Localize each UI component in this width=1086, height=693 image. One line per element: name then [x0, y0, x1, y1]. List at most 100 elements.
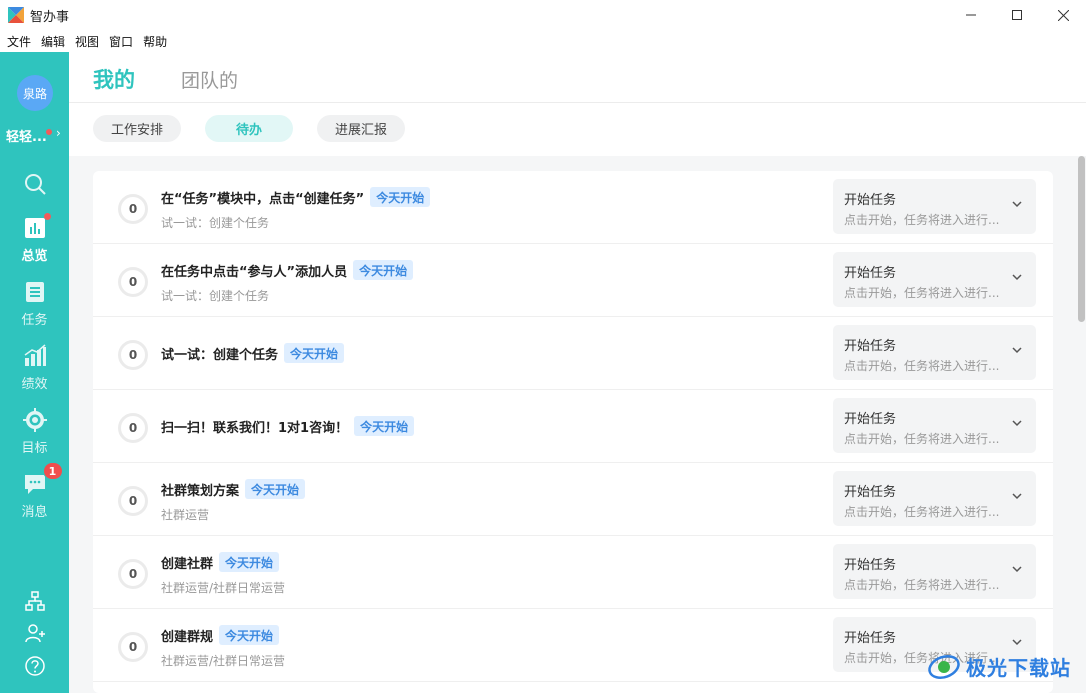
avatar[interactable]: 泉路 — [17, 75, 53, 111]
close-button[interactable] — [1040, 0, 1086, 30]
chevron-right-icon[interactable]: › — [56, 126, 61, 140]
chevron-down-icon — [1012, 347, 1022, 354]
task-row[interactable]: 0 在任务中点击“参与人”添加人员 今天开始 试一试：创建个任务 开始任务 点击… — [93, 244, 1053, 317]
task-title: 创建社群 今天开始 — [161, 552, 280, 572]
task-title: 社群策划方案 今天开始 — [161, 479, 306, 499]
menu-file[interactable]: 文件 — [7, 33, 31, 50]
sidebar-item-label: 总览 — [21, 249, 48, 264]
menu-help[interactable]: 帮助 — [143, 33, 167, 50]
task-title-text: 创建群规 — [161, 629, 214, 645]
task-row[interactable]: 0 创建群规 今天开始 社群运营/社群日常运营 开始任务 点击开始，任务将进入进… — [93, 609, 1053, 682]
task-row[interactable]: 0 扫一扫！联系我们！1对1咨询！ 今天开始 开始任务 点击开始，任务将进入进行… — [93, 390, 1053, 463]
window-controls — [948, 0, 1086, 30]
sidebar-item-label: 绩效 — [21, 377, 48, 392]
tab-mine[interactable]: 我的 — [93, 64, 135, 94]
sidebar-item-goals[interactable]: 目标 — [0, 406, 69, 462]
action-desc: 点击开始，任务将进入进行... — [844, 578, 1000, 592]
task-count-circle[interactable]: 0 — [118, 194, 148, 224]
task-title: 创建群规 今天开始 — [161, 625, 280, 645]
scrollbar-thumb[interactable] — [1078, 156, 1085, 322]
maximize-button[interactable] — [994, 0, 1040, 30]
sidebar: 泉路 轻轻... › 总览 任务 绩效 目标 1 消息 — [0, 52, 69, 693]
chevron-down-icon — [1012, 420, 1022, 427]
start-task-dropdown[interactable]: 开始任务 点击开始，任务将进入进行... — [833, 471, 1036, 526]
action-title: 开始任务 — [844, 485, 897, 500]
target-icon — [22, 408, 47, 432]
user-name[interactable]: 轻轻... — [6, 126, 47, 145]
action-desc: 点击开始，任务将进入进行... — [844, 359, 1000, 373]
add-user-icon[interactable] — [24, 622, 46, 644]
start-today-badge: 今天开始 — [354, 416, 415, 436]
notification-dot — [46, 129, 52, 135]
start-today-badge: 今天开始 — [353, 260, 414, 280]
watermark: 极光下载站 — [926, 640, 1086, 693]
menu-window[interactable]: 窗口 — [109, 33, 133, 50]
start-task-dropdown[interactable]: 开始任务 点击开始，任务将进入进行... — [833, 325, 1036, 380]
chevron-down-icon — [1012, 493, 1022, 500]
nav-notification-dot — [43, 213, 51, 220]
subtab-todo[interactable]: 待办 — [205, 115, 293, 142]
main-content: 我的 团队的 工作安排 待办 进展汇报 0 在“任务”模块中，点击“创建任务” … — [69, 52, 1086, 693]
org-chart-icon[interactable] — [24, 590, 46, 612]
start-today-badge: 今天开始 — [219, 552, 280, 572]
start-today-badge: 今天开始 — [284, 343, 345, 363]
task-count-circle[interactable]: 0 — [118, 340, 148, 370]
subtab-bar: 工作安排 待办 进展汇报 — [69, 103, 1086, 156]
task-title: 在“任务”模块中，点击“创建任务” 今天开始 — [161, 187, 431, 207]
action-title: 开始任务 — [844, 631, 897, 646]
action-title: 开始任务 — [844, 193, 897, 208]
chevron-down-icon — [1012, 201, 1022, 208]
performance-icon — [23, 344, 47, 368]
start-task-dropdown[interactable]: 开始任务 点击开始，任务将进入进行... — [833, 398, 1036, 453]
start-today-badge: 今天开始 — [219, 625, 280, 645]
sidebar-item-label: 目标 — [21, 441, 48, 456]
subtab-work-schedule[interactable]: 工作安排 — [93, 115, 181, 142]
action-title: 开始任务 — [844, 558, 897, 573]
chevron-down-icon — [1012, 274, 1022, 281]
sidebar-item-tasks[interactable]: 任务 — [0, 278, 69, 334]
menu-edit[interactable]: 编辑 — [41, 33, 65, 50]
message-count-badge: 1 — [42, 462, 63, 480]
task-title-text: 试一试：创建个任务 — [161, 347, 279, 363]
sidebar-item-label: 消息 — [21, 505, 48, 520]
watermark-text: 极光下载站 — [966, 656, 1071, 680]
tab-team[interactable]: 团队的 — [181, 66, 238, 93]
sidebar-item-performance[interactable]: 绩效 — [0, 342, 69, 398]
chart-icon — [23, 213, 51, 240]
minimize-button[interactable] — [948, 0, 994, 30]
task-count-circle[interactable]: 0 — [118, 486, 148, 516]
sidebar-item-messages[interactable]: 1 消息 — [0, 462, 69, 526]
task-project: 社群运营 — [161, 508, 210, 522]
task-row[interactable]: 0 试一试：创建个任务 今天开始 开始任务 点击开始，任务将进入进行... — [93, 317, 1053, 390]
task-count-circle[interactable]: 0 — [118, 413, 148, 443]
task-title-text: 社群策划方案 — [161, 483, 240, 499]
task-project: 社群运营/社群日常运营 — [161, 581, 286, 595]
start-task-dropdown[interactable]: 开始任务 点击开始，任务将进入进行... — [833, 544, 1036, 599]
task-count-circle[interactable]: 0 — [118, 267, 148, 297]
task-title-text: 创建社群 — [161, 556, 214, 572]
menu-view[interactable]: 视图 — [75, 33, 99, 50]
help-icon[interactable] — [24, 655, 46, 677]
start-task-dropdown[interactable]: 开始任务 点击开始，任务将进入进行... — [833, 252, 1036, 307]
chevron-down-icon — [1012, 566, 1022, 573]
subtab-progress-report[interactable]: 进展汇报 — [317, 115, 405, 142]
action-desc: 点击开始，任务将进入进行... — [844, 505, 1000, 519]
search-icon[interactable] — [23, 172, 47, 196]
window-title: 智办事 — [30, 9, 70, 25]
task-row[interactable]: 0 社群策划方案 今天开始 社群运营 开始任务 点击开始，任务将进入进行... — [93, 463, 1053, 536]
task-row[interactable]: 0 在“任务”模块中，点击“创建任务” 今天开始 试一试：创建个任务 开始任务 … — [93, 171, 1053, 244]
task-title-text: 在任务中点击“参与人”添加人员 — [161, 264, 348, 280]
task-title-text: 在“任务”模块中，点击“创建任务” — [161, 191, 365, 207]
task-count-circle[interactable]: 0 — [118, 632, 148, 662]
task-row[interactable]: 0 创建社群 今天开始 社群运营/社群日常运营 开始任务 点击开始，任务将进入进… — [93, 536, 1053, 609]
main-header: 我的 团队的 — [69, 52, 1086, 103]
task-title-text: 扫一扫！联系我们！1对1咨询！ — [161, 420, 349, 436]
task-title: 试一试：创建个任务 今天开始 — [161, 343, 345, 363]
task-count-circle[interactable]: 0 — [118, 559, 148, 589]
scrollbar[interactable] — [1077, 156, 1086, 693]
start-task-dropdown[interactable]: 开始任务 点击开始，任务将进入进行... — [833, 179, 1036, 234]
task-title: 扫一扫！联系我们！1对1咨询！ 今天开始 — [161, 416, 415, 436]
task-project: 试一试：创建个任务 — [161, 216, 270, 230]
sidebar-item-overview[interactable]: 总览 — [0, 213, 69, 270]
app-logo-icon — [8, 7, 24, 23]
